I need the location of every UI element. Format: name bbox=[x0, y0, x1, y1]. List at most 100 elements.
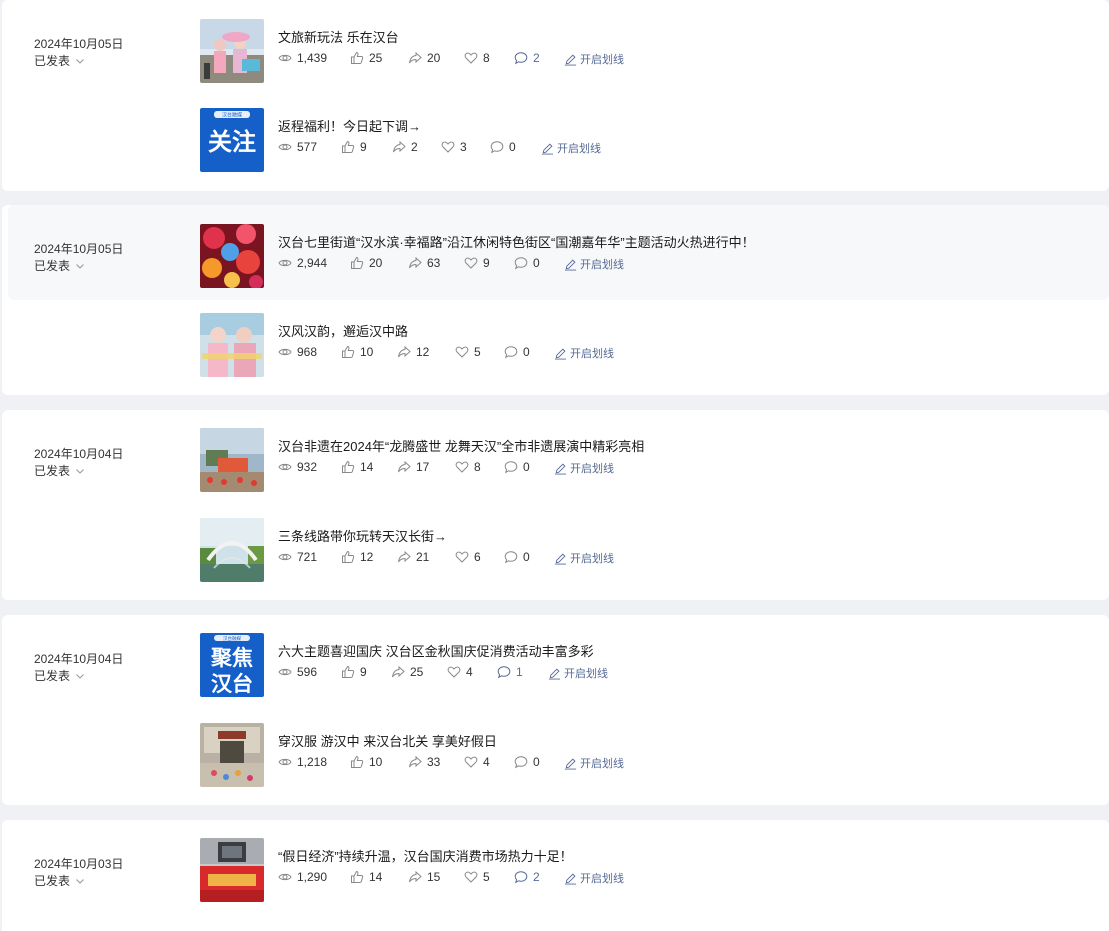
favorites-stat: 9 bbox=[464, 256, 490, 270]
views-stat: 721 bbox=[278, 550, 317, 564]
shares-count: 20 bbox=[427, 51, 441, 65]
article-title[interactable]: 三条线路带你玩转天汉长街→ bbox=[278, 526, 447, 545]
article-thumbnail[interactable]: 汉台融媒 聚焦 汉台 bbox=[200, 633, 264, 697]
comments-count: 0 bbox=[523, 460, 530, 474]
article-thumbnail[interactable] bbox=[200, 518, 264, 582]
comments-stat[interactable]: 1 bbox=[497, 665, 523, 679]
publish-date: 2024年10月03日 bbox=[34, 857, 124, 871]
likes-count: 9 bbox=[360, 665, 367, 679]
eye-icon bbox=[278, 259, 292, 267]
likes-stat: 10 bbox=[350, 755, 382, 769]
comment-bubble-icon bbox=[514, 257, 528, 270]
article-item[interactable]: 穿汉服 游汉中 来汉台北关 享美好假日 1,218 10 33 4 0 开启划线 bbox=[200, 723, 1109, 787]
enable-underline-button[interactable]: 开启划线 bbox=[541, 140, 601, 156]
enable-underline-button[interactable]: 开启划线 bbox=[554, 345, 614, 361]
publish-group: 2024年10月04日 已发表 汉台融媒 聚焦 汉台 六大主题喜迎国庆 汉台区金… bbox=[2, 615, 1109, 805]
article-thumbnail[interactable] bbox=[200, 723, 264, 787]
article-title[interactable]: 六大主题喜迎国庆 汉台区金秋国庆促消费活动丰富多彩 bbox=[278, 641, 594, 660]
share-arrow-icon bbox=[409, 755, 422, 768]
comment-bubble-icon bbox=[514, 756, 528, 769]
comments-stat[interactable]: 2 bbox=[514, 51, 540, 65]
article-thumbnail[interactable] bbox=[200, 313, 264, 377]
action-label: 开启划线 bbox=[570, 553, 614, 565]
shares-stat: 33 bbox=[408, 755, 440, 769]
article-item[interactable]: 三条线路带你玩转天汉长街→ 721 12 21 6 0 开启划线 bbox=[200, 518, 1109, 582]
favorites-count: 5 bbox=[474, 345, 481, 359]
heart-icon bbox=[441, 141, 455, 153]
status-dropdown[interactable]: 已发表 bbox=[34, 257, 86, 274]
comments-stat[interactable]: 0 bbox=[490, 140, 516, 154]
share-arrow-icon bbox=[392, 665, 405, 678]
enable-underline-button[interactable]: 开启划线 bbox=[564, 755, 624, 771]
shares-stat: 21 bbox=[397, 550, 429, 564]
enable-underline-button[interactable]: 开启划线 bbox=[548, 665, 608, 681]
comment-bubble-icon bbox=[490, 141, 504, 154]
likes-count: 14 bbox=[360, 460, 374, 474]
article-item[interactable]: 汉风汉韵，邂逅汉中路 968 10 12 5 0 开启划线 bbox=[200, 313, 1109, 377]
favorites-stat: 4 bbox=[447, 665, 473, 679]
favorites-count: 8 bbox=[483, 51, 490, 65]
enable-underline-button[interactable]: 开启划线 bbox=[554, 460, 614, 476]
article-thumbnail[interactable] bbox=[200, 19, 264, 83]
favorites-stat: 8 bbox=[455, 460, 481, 474]
article-thumbnail[interactable] bbox=[200, 224, 264, 288]
likes-stat: 25 bbox=[350, 51, 382, 65]
enable-underline-button[interactable]: 开启划线 bbox=[564, 870, 624, 886]
status-dropdown[interactable]: 已发表 bbox=[34, 462, 86, 479]
comment-bubble-icon bbox=[504, 346, 518, 359]
status-dropdown[interactable]: 已发表 bbox=[34, 872, 86, 889]
views-stat: 1,439 bbox=[278, 51, 327, 65]
eye-icon bbox=[278, 54, 292, 62]
likes-count: 20 bbox=[369, 256, 383, 270]
likes-count: 9 bbox=[360, 140, 367, 154]
enable-underline-button[interactable]: 开启划线 bbox=[554, 550, 614, 566]
status-label: 已发表 bbox=[34, 669, 71, 683]
comments-stat[interactable]: 0 bbox=[514, 755, 540, 769]
likes-stat: 9 bbox=[341, 140, 367, 154]
article-thumbnail[interactable] bbox=[200, 428, 264, 492]
comments-stat[interactable]: 0 bbox=[514, 256, 540, 270]
status-dropdown[interactable]: 已发表 bbox=[34, 667, 86, 684]
article-thumbnail[interactable]: 汉台融媒 关注 bbox=[200, 108, 264, 172]
views-count: 968 bbox=[297, 345, 318, 359]
comments-stat[interactable]: 2 bbox=[514, 870, 540, 884]
article-list: 2024年10月05日 已发表 文旅新玩法 乐在汉台 1,439 25 20 8… bbox=[0, 0, 1109, 931]
article-item[interactable]: “假日经济”持续升温，汉台国庆消费市场热力十足！ 1,290 14 15 5 2… bbox=[200, 838, 1109, 902]
comments-stat[interactable]: 0 bbox=[504, 345, 530, 359]
article-item[interactable]: 汉台七里街道“汉水滨·幸福路”沿江休闲特色街区“国潮嘉年华”主题活动火热进行中！… bbox=[200, 224, 1109, 288]
enable-underline-button[interactable]: 开启划线 bbox=[564, 256, 624, 272]
comments-count: 0 bbox=[523, 550, 530, 564]
article-title[interactable]: 文旅新玩法 乐在汉台 bbox=[278, 27, 399, 46]
chevron-down-icon bbox=[76, 878, 84, 884]
pen-icon bbox=[541, 142, 554, 155]
comments-stat[interactable]: 0 bbox=[504, 550, 530, 564]
article-item[interactable]: 汉台融媒 关注 返程福利！今日起下调→ 577 9 2 3 0 开启划线 bbox=[200, 108, 1109, 172]
article-title[interactable]: 汉风汉韵，邂逅汉中路 bbox=[278, 321, 408, 340]
views-stat: 2,944 bbox=[278, 256, 327, 270]
views-count: 1,439 bbox=[297, 51, 328, 65]
thumbs-up-icon bbox=[342, 345, 355, 358]
article-item[interactable]: 文旅新玩法 乐在汉台 1,439 25 20 8 2 开启划线 bbox=[200, 19, 1109, 83]
article-title[interactable]: 汉台非遗在2024年“龙腾盛世 龙舞天汉”全市非遗展演中精彩亮相 bbox=[278, 436, 644, 455]
article-title[interactable]: 返程福利！今日起下调→ bbox=[278, 116, 421, 135]
article-title[interactable]: “假日经济”持续升温，汉台国庆消费市场热力十足！ bbox=[278, 846, 573, 865]
shares-stat: 15 bbox=[408, 870, 440, 884]
article-title[interactable]: 汉台七里街道“汉水滨·幸福路”沿江休闲特色街区“国潮嘉年华”主题活动火热进行中！ bbox=[278, 232, 755, 251]
enable-underline-button[interactable]: 开启划线 bbox=[564, 51, 624, 67]
comments-stat[interactable]: 0 bbox=[504, 460, 530, 474]
article-thumbnail[interactable] bbox=[200, 838, 264, 902]
article-item[interactable]: 汉台融媒 聚焦 汉台 六大主题喜迎国庆 汉台区金秋国庆促消费活动丰富多彩 596… bbox=[200, 633, 1109, 697]
views-count: 932 bbox=[297, 460, 318, 474]
eye-icon bbox=[278, 463, 292, 471]
comments-count: 0 bbox=[509, 140, 516, 154]
favorites-count: 5 bbox=[483, 870, 490, 884]
article-title[interactable]: 穿汉服 游汉中 来汉台北关 享美好假日 bbox=[278, 731, 497, 750]
comments-count: 0 bbox=[533, 256, 540, 270]
publish-group: 2024年10月04日 已发表 汉台非遗在2024年“龙腾盛世 龙舞天汉”全市非… bbox=[2, 410, 1109, 600]
publish-date: 2024年10月05日 bbox=[34, 242, 124, 256]
status-dropdown[interactable]: 已发表 bbox=[34, 52, 86, 69]
thumb-badge-text: 汉台融媒 bbox=[223, 635, 241, 642]
views-stat: 596 bbox=[278, 665, 317, 679]
article-item[interactable]: 汉台非遗在2024年“龙腾盛世 龙舞天汉”全市非遗展演中精彩亮相 932 14 … bbox=[200, 428, 1109, 492]
status-label: 已发表 bbox=[34, 874, 71, 888]
